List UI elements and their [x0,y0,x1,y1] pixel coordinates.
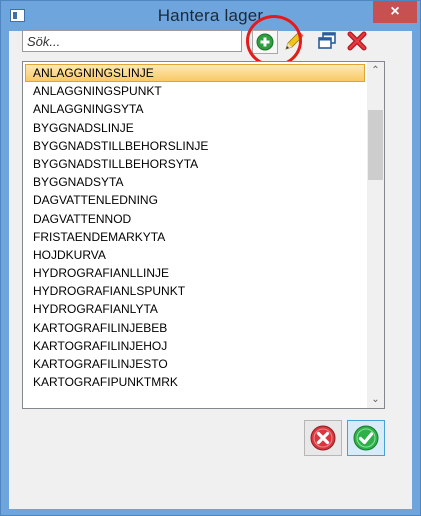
delete-layer-button[interactable] [345,30,371,54]
layer-list-item[interactable]: KARTOGRAFILINJEHOJ [25,337,365,355]
layer-list-item[interactable]: HOJDKURVA [25,246,365,264]
layer-list-item[interactable]: BYGGNADSTILLBEHORSYTA [25,155,365,173]
cancel-icon [310,425,336,451]
scroll-thumb[interactable] [368,110,383,180]
ok-button[interactable] [347,420,385,456]
close-button[interactable]: × [373,1,417,23]
layer-list[interactable]: ANLAGGNINGSLINJE ANLAGGNINGSPUNKT ANLAGGNI… [22,61,385,409]
window-title: Hantera lager [157,6,264,25]
edit-pencil-icon [285,31,304,50]
layer-list-item[interactable]: ANLAGGNINGSYTA [25,100,365,118]
scroll-up-arrow[interactable]: ⌃ [367,62,384,79]
checkmark-icon [353,425,379,451]
layer-list-item[interactable]: KARTOGRAFIPUNKTMRK [25,373,365,391]
vertical-scrollbar[interactable]: ⌃ ⌄ [367,62,384,408]
layer-list-item[interactable]: DAGVATTENLEDNING [25,191,365,209]
add-icon [256,33,274,51]
layer-list-item[interactable]: HYDROGRAFIANLLINJE [25,264,365,282]
edit-layer-button[interactable] [282,30,308,54]
layer-list-item[interactable]: DAGVATTENNOD [25,210,365,228]
layer-list-item[interactable]: BYGGNADSTILLBEHORSLINJE [25,137,365,155]
layer-list-items: ANLAGGNINGSLINJE ANLAGGNINGSPUNKT ANLAGGNI… [25,64,365,391]
layer-list-item[interactable]: HYDROGRAFIANLSPUNKT [25,282,365,300]
delete-icon [347,31,367,51]
title-bar[interactable]: Hantera lager × [1,1,420,31]
layer-list-item[interactable]: FRISTAENDEMARKYTA [25,228,365,246]
layer-list-item[interactable]: BYGGNADSLINJE [25,119,365,137]
layer-list-item[interactable]: BYGGNADSYTA [25,173,365,191]
duplicate-layer-button[interactable] [315,30,341,54]
search-input[interactable] [22,30,242,52]
layer-list-item[interactable]: HYDROGRAFIANLYTA [25,300,365,318]
add-layer-button[interactable] [252,30,278,54]
layer-list-item[interactable]: KARTOGRAFILINJESTO [25,355,365,373]
layer-list-item[interactable]: ANLAGGNINGSPUNKT [25,82,365,100]
cancel-button[interactable] [304,420,342,456]
duplicate-icon [318,32,336,49]
layer-list-item[interactable]: KARTOGRAFILINJEBEB [25,319,365,337]
layer-list-item[interactable]: ANLAGGNINGSLINJE [25,64,365,83]
scroll-down-arrow[interactable]: ⌄ [367,391,384,408]
